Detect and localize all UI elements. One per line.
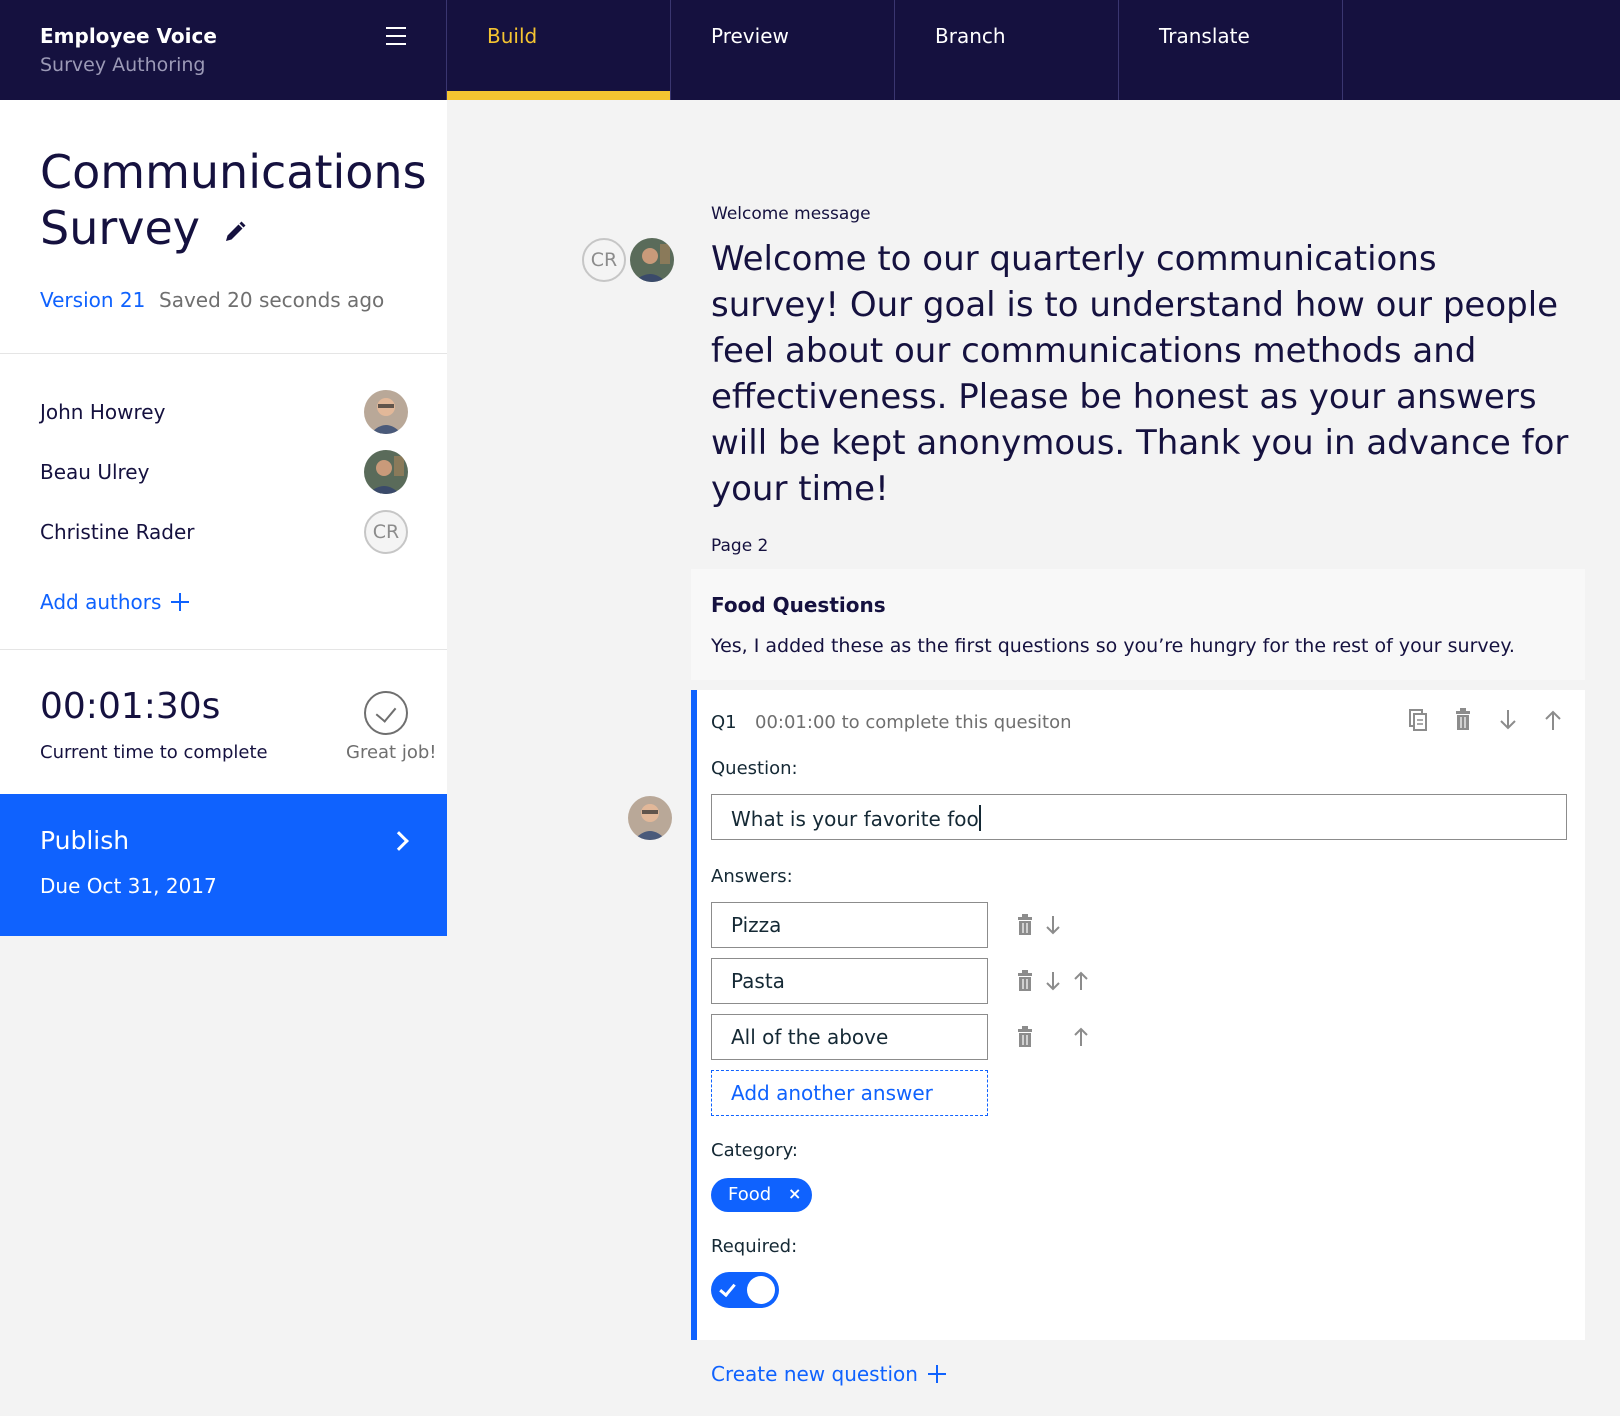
question-toolbar — [1390, 706, 1565, 736]
add-authors-label: Add authors — [40, 590, 162, 614]
check-icon — [719, 1279, 736, 1298]
page-title: Food Questions — [711, 593, 886, 617]
app-name: Employee Voice — [40, 24, 217, 48]
text-cursor — [978, 805, 981, 831]
brand: Employee Voice Survey Authoring — [0, 0, 447, 100]
publish-button[interactable]: Publish Due Oct 31, 2017 — [0, 794, 447, 936]
app-subtitle: Survey Authoring — [40, 54, 206, 76]
survey-title: Communications Survey — [40, 144, 427, 256]
question-time: 00:01:00 to complete this quesiton — [755, 712, 1072, 733]
checkmark-icon — [364, 691, 408, 735]
answer-tools — [1015, 969, 1105, 993]
saved-status: Saved 20 seconds ago — [159, 288, 385, 312]
author-name: John Howrey — [40, 400, 166, 424]
arrow-down-icon[interactable] — [1496, 706, 1520, 734]
toggle-knob — [747, 1276, 775, 1304]
add-answer-button[interactable]: Add another answer — [711, 1070, 988, 1116]
arrow-up-icon[interactable] — [1541, 706, 1565, 734]
question-card: Q1 00:01:00 to complete this quesiton Qu… — [691, 690, 1585, 1340]
required-toggle[interactable] — [711, 1272, 779, 1308]
category-label: Category: — [711, 1140, 798, 1161]
create-question-label: Create new question — [711, 1362, 918, 1386]
chevron-right-icon — [389, 831, 409, 851]
trash-icon[interactable] — [1015, 969, 1035, 993]
trash-icon[interactable] — [1015, 1025, 1035, 1049]
answer-input[interactable]: Pasta — [711, 958, 988, 1004]
create-question-button[interactable]: Create new question — [711, 1362, 946, 1386]
question-label: Question: — [711, 758, 798, 779]
arrow-down-icon[interactable] — [1043, 913, 1063, 937]
tab-build[interactable]: Build — [447, 0, 671, 100]
avatar — [364, 450, 408, 494]
publish-label: Publish — [40, 826, 130, 855]
add-authors-link[interactable]: Add authors — [40, 590, 190, 614]
time-section: 00:01:30s Current time to complete Great… — [0, 650, 447, 794]
category-chip-label: Food — [728, 1184, 772, 1205]
category-chip: Food × — [711, 1178, 812, 1212]
trash-icon[interactable] — [1451, 706, 1475, 734]
answer-tools — [1015, 1025, 1105, 1049]
avatar — [628, 796, 672, 840]
question-input[interactable]: What is your favorite foo — [711, 794, 1567, 840]
answers-label: Answers: — [711, 866, 793, 887]
tab-preview[interactable]: Preview — [671, 0, 895, 100]
trash-icon[interactable] — [1015, 913, 1035, 937]
arrow-up-icon[interactable] — [1071, 969, 1091, 993]
question-input-value: What is your favorite foo — [731, 807, 979, 831]
page-label: Page 2 — [711, 536, 769, 556]
answer-tools — [1015, 913, 1105, 937]
arrow-up-icon[interactable] — [1071, 1025, 1091, 1049]
page-description: Yes, I added these as the first question… — [711, 635, 1515, 657]
sidebar: Communications Survey Version 21 Saved 2… — [0, 100, 447, 936]
question-number: Q1 — [711, 712, 737, 733]
welcome-label: Welcome message — [711, 204, 871, 224]
page-header[interactable]: Food Questions Yes, I added these as the… — [691, 569, 1585, 680]
top-bar: Employee Voice Survey Authoring Build Pr… — [0, 0, 1620, 100]
authors-section: John Howrey Beau Ulrey Christine Rader C… — [0, 354, 447, 650]
survey-info: Communications Survey Version 21 Saved 2… — [0, 100, 447, 354]
author-row: Beau Ulrey — [40, 450, 408, 494]
required-label: Required: — [711, 1236, 798, 1257]
tab-branch[interactable]: Branch — [895, 0, 1119, 100]
chip-remove-icon[interactable]: × — [788, 1184, 801, 1203]
welcome-message[interactable]: Welcome to our quarterly communications … — [711, 236, 1571, 512]
avatar — [364, 390, 408, 434]
welcome-authors: CR — [582, 238, 674, 282]
avatar — [630, 238, 674, 282]
version-link[interactable]: Version 21 — [40, 288, 145, 312]
author-row: John Howrey — [40, 390, 408, 434]
answer-input[interactable]: Pizza — [711, 902, 988, 948]
avatar: CR — [582, 238, 626, 282]
duplicate-icon[interactable] — [1406, 706, 1430, 734]
plus-icon — [171, 593, 190, 611]
tab-translate[interactable]: Translate — [1119, 0, 1343, 100]
hamburger-menu-icon[interactable] — [386, 27, 406, 45]
author-name: Christine Rader — [40, 520, 195, 544]
time-to-complete: 00:01:30s — [40, 686, 221, 727]
avatar: CR — [364, 510, 408, 554]
plus-icon — [927, 1365, 946, 1383]
arrow-down-icon[interactable] — [1043, 969, 1063, 993]
author-name: Beau Ulrey — [40, 460, 150, 484]
answer-input[interactable]: All of the above — [711, 1014, 988, 1060]
status-label: Great job! — [346, 742, 437, 763]
time-label: Current time to complete — [40, 742, 268, 763]
publish-due-date: Due Oct 31, 2017 — [40, 874, 217, 898]
author-row: Christine Rader CR — [40, 510, 408, 554]
pencil-icon[interactable] — [223, 220, 247, 244]
